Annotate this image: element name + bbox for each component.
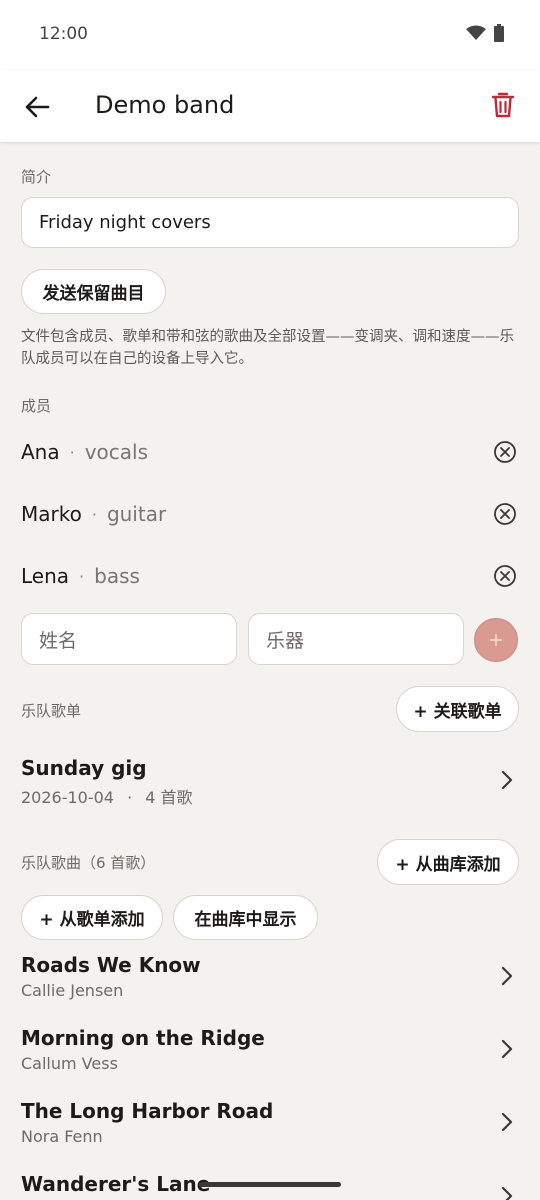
song-row[interactable]: Morning on the Ridge Callum Vess (21, 1026, 521, 1076)
member-instrument: vocals (84, 440, 149, 464)
setlists-label: 乐队歌单 (21, 702, 82, 720)
add-from-library-button[interactable]: + 从曲库添加 (377, 839, 519, 885)
chevron-right-icon (501, 1112, 513, 1132)
intro-label: 简介 (21, 168, 52, 186)
chevron-right-icon (501, 770, 513, 790)
app-bar: Demo band (0, 70, 540, 142)
song-row[interactable]: The Long Harbor Road Nora Fenn (21, 1099, 521, 1149)
plus-icon (490, 634, 502, 646)
link-setlist-button[interactable]: + 关联歌单 (396, 686, 519, 732)
songs-label: 乐队歌曲（6 首歌） (21, 854, 156, 872)
add-member-button[interactable] (474, 618, 518, 662)
song-title: The Long Harbor Road (21, 1099, 274, 1123)
chevron-right-icon (501, 1186, 513, 1200)
chevron-right-icon (501, 966, 513, 986)
member-instrument: guitar (106, 502, 167, 526)
trash-icon (491, 92, 515, 118)
member-row: Marko · guitar (21, 499, 521, 529)
member-name-input[interactable]: 姓名 (21, 613, 237, 665)
show-in-library-button[interactable]: 在曲库中显示 (173, 895, 318, 940)
member-separator: · (91, 504, 97, 524)
remove-member-icon[interactable] (493, 502, 517, 526)
add-from-setlist-button[interactable]: + 从歌单添加 (21, 895, 163, 940)
gesture-nav-handle[interactable] (199, 1182, 341, 1187)
setlist-count: 4 首歌 (145, 788, 193, 807)
member-row: Lena · bass (21, 561, 521, 591)
song-title: Morning on the Ridge (21, 1026, 265, 1050)
song-artist: Callie Jensen (21, 981, 124, 1000)
setlist-row[interactable]: Sunday gig 2026-10-04 · 4 首歌 (21, 756, 521, 810)
song-artist: Callum Vess (21, 1054, 118, 1073)
chevron-right-icon (501, 1039, 513, 1059)
member-instrument: bass (94, 564, 140, 588)
battery-icon (494, 24, 504, 42)
intro-field[interactable]: Friday night covers (21, 197, 519, 248)
back-button[interactable] (22, 92, 52, 122)
arrow-back-icon (25, 96, 50, 118)
song-title: Roads We Know (21, 953, 201, 977)
member-instrument-input[interactable]: 乐器 (248, 613, 464, 665)
song-artist: Nora Fenn (21, 1127, 103, 1146)
export-help-text: 文件包含成员、歌单和带和弦的歌曲及全部设置——变调夹、调和速度——乐队成员可以在… (21, 329, 514, 367)
delete-button[interactable] (488, 90, 518, 120)
member-name: Lena (21, 564, 70, 588)
member-separator: · (69, 442, 75, 462)
setlist-title: Sunday gig (21, 756, 147, 780)
remove-member-icon[interactable] (493, 440, 517, 464)
status-time: 12:00 (39, 24, 88, 44)
members-label: 成员 (21, 397, 52, 415)
status-icons (466, 24, 504, 42)
setlist-separator: · (127, 788, 133, 807)
page-title: Demo band (95, 91, 235, 119)
member-name: Marko (21, 502, 82, 526)
status-bar: 12:00 (0, 0, 540, 70)
setlist-date: 2026-10-04 (21, 788, 114, 807)
member-separator: · (79, 566, 85, 586)
member-name: Ana (21, 440, 60, 464)
send-setlist-button[interactable]: 发送保留曲目 (21, 269, 166, 314)
song-row[interactable]: Roads We Know Callie Jensen (21, 953, 521, 1003)
wifi-icon (466, 25, 486, 40)
member-row: Ana · vocals (21, 437, 521, 467)
remove-member-icon[interactable] (493, 564, 517, 588)
setlist-meta: 2026-10-04 · 4 首歌 (21, 784, 521, 808)
